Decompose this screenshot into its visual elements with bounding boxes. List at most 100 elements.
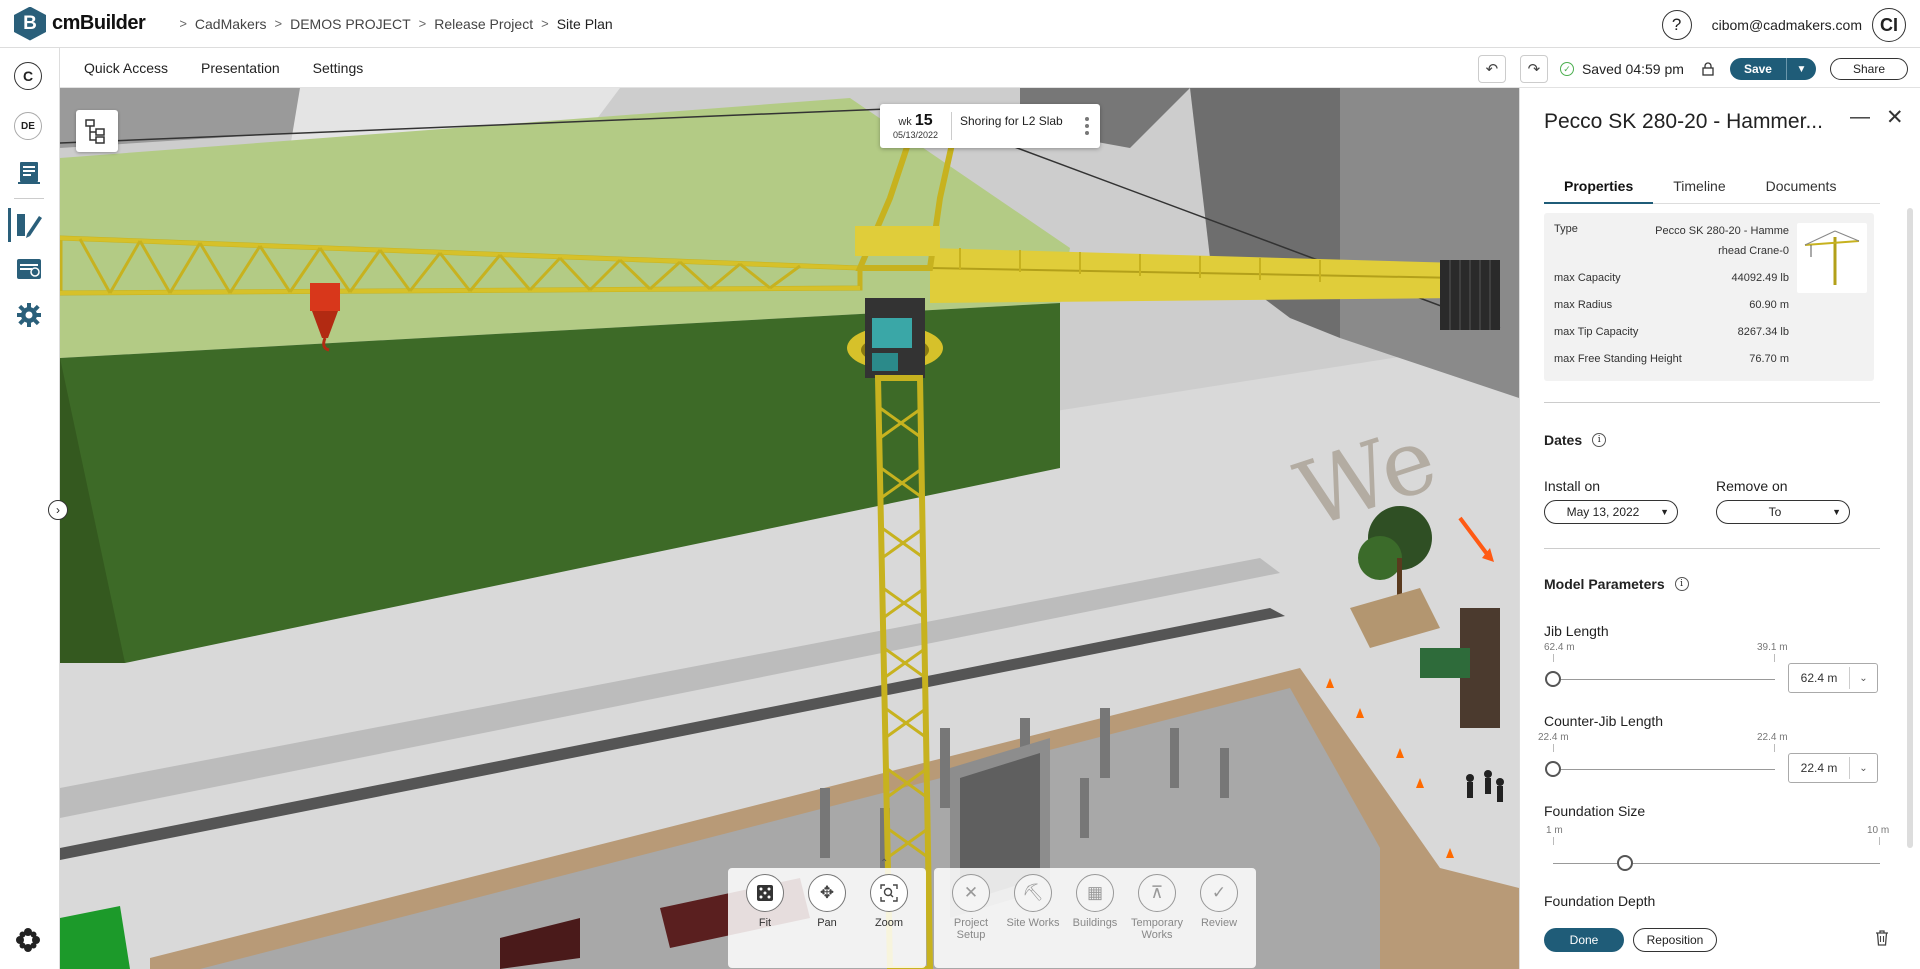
fit-icon [746, 874, 784, 912]
user-email[interactable]: cibom@cadmakers.com [1712, 17, 1862, 33]
jib-length-slider-thumb[interactable] [1545, 671, 1561, 687]
document-icon[interactable] [14, 158, 44, 188]
foundation-size-slider-track[interactable] [1553, 863, 1880, 864]
jib-length-select[interactable]: 62.4 m ⌄ [1788, 663, 1878, 693]
avatar[interactable]: CI [1872, 8, 1906, 42]
prop-label: max Radius [1554, 299, 1613, 311]
prop-label: Type [1554, 223, 1578, 235]
install-date-select[interactable]: May 13, 2022 ▼ [1544, 500, 1678, 524]
help-icon[interactable]: ? [1661, 10, 1692, 40]
excavator-icon: ⛏ [1014, 874, 1052, 912]
counter-jib-slider-thumb[interactable] [1545, 761, 1561, 777]
redo-icon[interactable]: ↷ [1519, 55, 1548, 83]
model-parameters-heading: Model Parameters i [1544, 576, 1689, 592]
panel-scrollbar[interactable] [1907, 208, 1913, 848]
chevron-right-icon: > [418, 16, 427, 31]
settings-gear-icon[interactable] [14, 300, 44, 330]
prop-row: max Free Standing Height 76.70 m [1554, 353, 1789, 365]
foundation-size-min-label: 1 m [1546, 825, 1563, 836]
remove-date-value: To [1768, 505, 1782, 519]
chevron-down-icon: ⌄ [1849, 667, 1877, 689]
chevron-up-icon[interactable]: ⌃ [880, 858, 888, 869]
chevron-down-icon: ⌄ [1849, 757, 1877, 779]
pan-icon: ✥ [808, 874, 846, 912]
foundation-depth-label: Foundation Depth [1544, 893, 1656, 909]
tab-timeline[interactable]: Timeline [1653, 176, 1745, 204]
chevron-down-icon[interactable]: ▼ [1785, 58, 1816, 80]
caret-down-icon: ▼ [1832, 507, 1841, 517]
app-logo[interactable]: B cmBuilder [14, 6, 146, 41]
jib-max-label: 39.1 m [1757, 642, 1788, 653]
menu-quick-access[interactable]: Quick Access [84, 60, 168, 76]
project-setup-label: Project Setup [953, 917, 989, 941]
panel-tabs: Properties Timeline Documents [1544, 176, 1880, 204]
temporary-works-button[interactable]: ⊼ Temporary Works [1126, 874, 1188, 968]
buildings-icon: ▦ [1076, 874, 1114, 912]
jib-length-slider-track[interactable] [1553, 679, 1775, 680]
properties-panel: Pecco SK 280-20 - Hammer... — ✕ Properti… [1519, 88, 1920, 969]
week-task: Shoring for L2 Slab [960, 114, 1063, 128]
install-on-label: Install on [1544, 478, 1601, 494]
dates-heading: Dates i [1544, 432, 1607, 448]
pan-button[interactable]: ✥ Pan [796, 874, 858, 968]
workspace-badge[interactable]: DE [14, 112, 42, 140]
breadcrumb-project-group[interactable]: DEMOS PROJECT [290, 16, 411, 32]
zoom-button[interactable]: Zoom [858, 874, 920, 968]
buildings-button[interactable]: ▦ Buildings [1064, 874, 1126, 968]
navigation-tools: ⌃ Fit ✥ Pan Zoom [728, 858, 926, 968]
zoom-label: Zoom [874, 917, 904, 929]
fit-button[interactable]: Fit [734, 874, 796, 968]
foundation-size-slider-thumb[interactable] [1617, 855, 1633, 871]
schedule-week-card[interactable]: wk 15 05/13/2022 Shoring for L2 Slab [880, 104, 1100, 148]
trash-icon[interactable] [1875, 930, 1889, 951]
counter-jib-length-select[interactable]: 22.4 m ⌄ [1788, 753, 1878, 783]
breadcrumb-project[interactable]: Release Project [434, 16, 533, 32]
schedule-icon[interactable] [14, 254, 44, 284]
review-button[interactable]: ✓ Review [1188, 874, 1250, 968]
top-right-controls: ? cibom@cadmakers.com CI [1661, 8, 1906, 42]
done-button[interactable]: Done [1544, 928, 1624, 952]
chevron-right-icon: > [274, 16, 283, 31]
dates-heading-text: Dates [1544, 432, 1583, 448]
site-plan-3d-viewport[interactable]: We wk 15 05/13/2022 Shoring for L2 Slab … [60, 88, 1519, 969]
week-prefix: wk [898, 116, 912, 128]
tab-properties[interactable]: Properties [1544, 176, 1654, 204]
design-pencil-icon[interactable] [14, 210, 44, 240]
app-name: cmBuilder [52, 12, 146, 34]
site-works-button[interactable]: ⛏ Site Works [1002, 874, 1064, 968]
menu-settings[interactable]: Settings [313, 60, 364, 76]
properties-table: Type Pecco SK 280-20 - Hamme rhead Crane… [1544, 213, 1874, 381]
info-icon[interactable]: i [1674, 577, 1689, 591]
tab-documents[interactable]: Documents [1746, 176, 1857, 204]
tree-hierarchy-icon[interactable] [76, 110, 118, 152]
minimize-icon[interactable]: — [1850, 106, 1870, 129]
site-scene[interactable]: We [60, 88, 1519, 969]
project-setup-button[interactable]: ✕ Project Setup [940, 874, 1002, 968]
temporary-works-label: Temporary Works [1131, 917, 1183, 941]
foundation-size-label: Foundation Size [1544, 803, 1646, 819]
remove-date-select[interactable]: To ▼ [1716, 500, 1850, 524]
counter-jib-slider-track[interactable] [1553, 769, 1775, 770]
jib-length-label: Jib Length [1544, 623, 1609, 639]
prop-value: 8267.34 lb [1737, 326, 1789, 338]
info-icon[interactable]: i [1592, 433, 1607, 447]
lock-icon[interactable] [1697, 55, 1718, 83]
save-button[interactable]: Save [1729, 58, 1786, 80]
week-indicator: wk 15 05/13/2022 [880, 112, 952, 140]
menu-presentation[interactable]: Presentation [201, 60, 280, 76]
close-icon[interactable]: ✕ [1886, 105, 1904, 130]
more-vertical-icon[interactable] [1080, 116, 1094, 137]
counter-jib-max-label: 22.4 m [1757, 732, 1788, 743]
expand-rail-icon[interactable]: › [48, 500, 68, 520]
undo-icon[interactable]: ↶ [1477, 55, 1506, 83]
apps-flower-icon[interactable] [14, 926, 42, 957]
share-button[interactable]: Share [1829, 58, 1908, 80]
caret-down-icon: ▼ [1660, 507, 1669, 517]
crane-thumbnail [1797, 223, 1867, 293]
check-circle-icon: ✓ [1559, 62, 1574, 76]
breadcrumb-org[interactable]: CadMakers [195, 16, 267, 32]
company-icon[interactable]: C [14, 62, 42, 90]
reposition-button[interactable]: Reposition [1633, 928, 1717, 952]
crane-icon: ⊼ [1138, 874, 1176, 912]
jib-min-label: 62.4 m [1544, 642, 1575, 653]
